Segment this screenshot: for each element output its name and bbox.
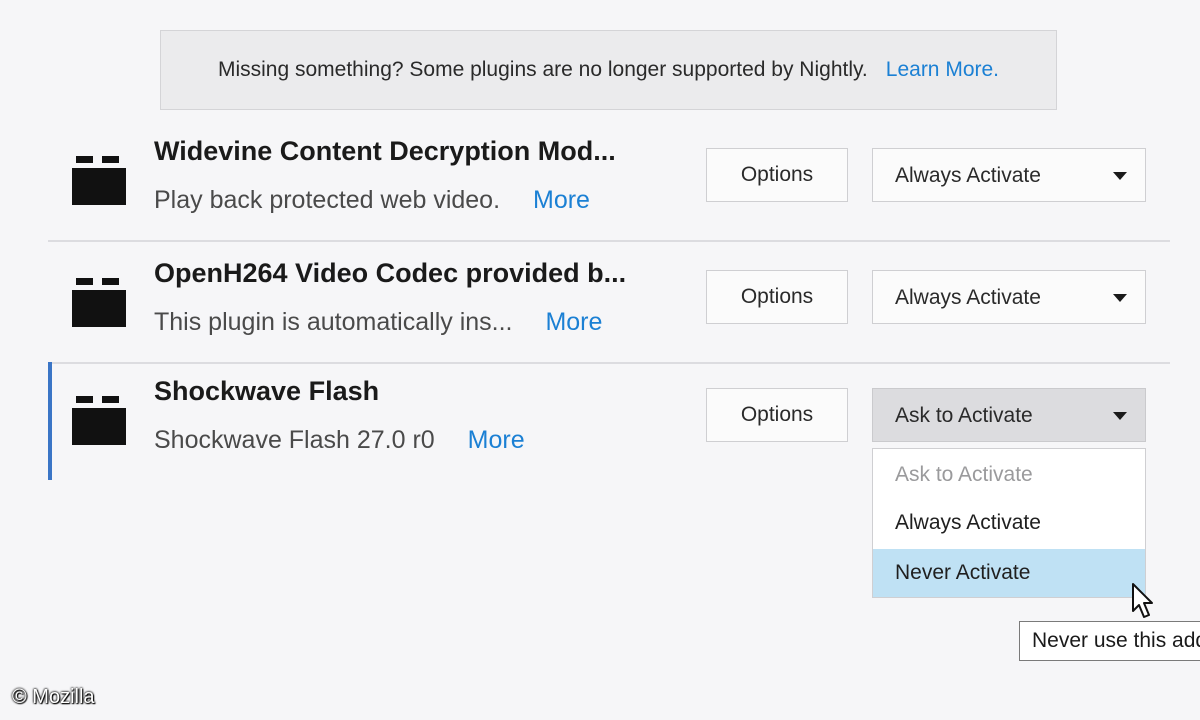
activation-select-value: Always Activate (895, 164, 1041, 187)
plugin-row-openh264: OpenH264 Video Codec provided b... This … (48, 244, 1170, 364)
plugin-name: OpenH264 Video Codec provided b... (154, 258, 627, 288)
dropdown-option-never-activate[interactable]: Never Activate (873, 549, 1145, 597)
options-button[interactable]: Options (706, 388, 848, 442)
plugin-description-text: This plugin is automatically ins... (154, 308, 513, 336)
option-tooltip: Never use this add-on (1019, 621, 1200, 661)
learn-more-link[interactable]: Learn More. (886, 58, 999, 82)
plugin-description: Shockwave Flash 27.0 r0 More (154, 426, 525, 455)
activation-select-value: Ask to Activate (895, 404, 1033, 427)
activation-select[interactable]: Always Activate (872, 148, 1146, 202)
activation-select[interactable]: Always Activate (872, 270, 1146, 324)
dropdown-option-always-activate[interactable]: Always Activate (873, 499, 1145, 547)
more-link[interactable]: More (468, 426, 525, 454)
dropdown-option-ask-to-activate[interactable]: Ask to Activate (873, 451, 1145, 499)
copyright-watermark: © Mozilla (12, 686, 95, 708)
unsupported-plugins-notice: Missing something? Some plugins are no l… (160, 30, 1057, 110)
plugin-description-text: Shockwave Flash 27.0 r0 (154, 426, 435, 454)
plugin-row-widevine: Widevine Content Decryption Mod... Play … (48, 122, 1170, 242)
mouse-pointer-icon (1132, 583, 1153, 618)
activation-dropdown-menu: Ask to Activate Always Activate Never Ac… (872, 448, 1146, 598)
plugin-description: Play back protected web video. More (154, 186, 590, 215)
chevron-down-icon (1113, 172, 1127, 180)
options-button-label: Options (740, 403, 814, 426)
options-button[interactable]: Options (706, 270, 848, 324)
more-link[interactable]: More (545, 308, 602, 336)
plugin-name: Widevine Content Decryption Mod... (154, 136, 616, 166)
options-button[interactable]: Options (706, 148, 848, 202)
plugin-brick-icon (72, 396, 126, 445)
plugin-brick-icon (72, 156, 126, 205)
activation-select[interactable]: Ask to Activate (872, 388, 1146, 442)
activation-select-value: Always Activate (895, 286, 1041, 309)
plugin-name: Shockwave Flash (154, 376, 380, 406)
chevron-down-icon (1113, 294, 1127, 302)
more-link[interactable]: More (533, 186, 590, 214)
options-button-label: Options (740, 285, 814, 308)
notice-message: Missing something? Some plugins are no l… (217, 58, 868, 81)
plugin-brick-icon (72, 278, 126, 327)
chevron-down-icon (1113, 412, 1127, 420)
plugin-description-text: Play back protected web video. (154, 186, 501, 214)
plugin-description: This plugin is automatically ins... More (154, 308, 602, 337)
options-button-label: Options (740, 163, 814, 186)
